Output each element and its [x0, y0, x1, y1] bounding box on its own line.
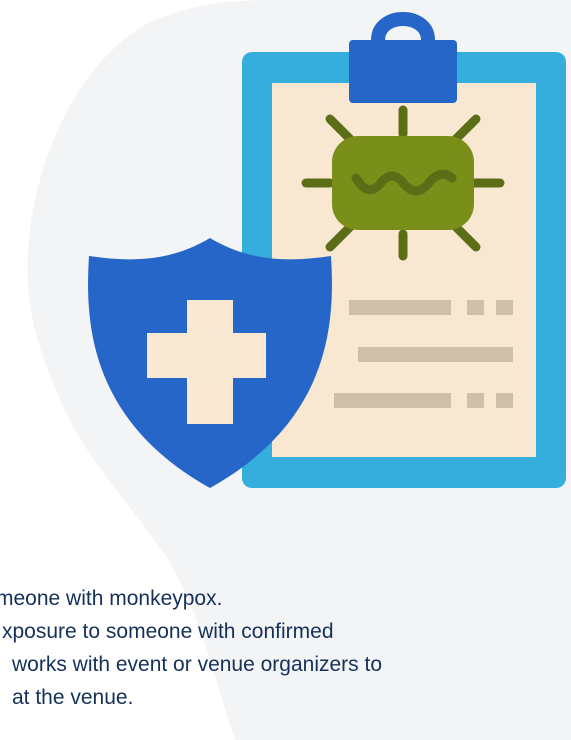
body-text-line-2: xposure to someone with confirmed [2, 620, 334, 643]
body-text: meone with monkeypox. xposure to someone… [0, 582, 562, 714]
body-text-line-4: at the venue. [12, 686, 134, 709]
page: meone with monkeypox. xposure to someone… [0, 0, 571, 740]
clip [349, 12, 457, 103]
body-text-line-1: meone with monkeypox. [0, 587, 223, 610]
body-text-line-3: works with event or venue organizers to [12, 653, 383, 676]
